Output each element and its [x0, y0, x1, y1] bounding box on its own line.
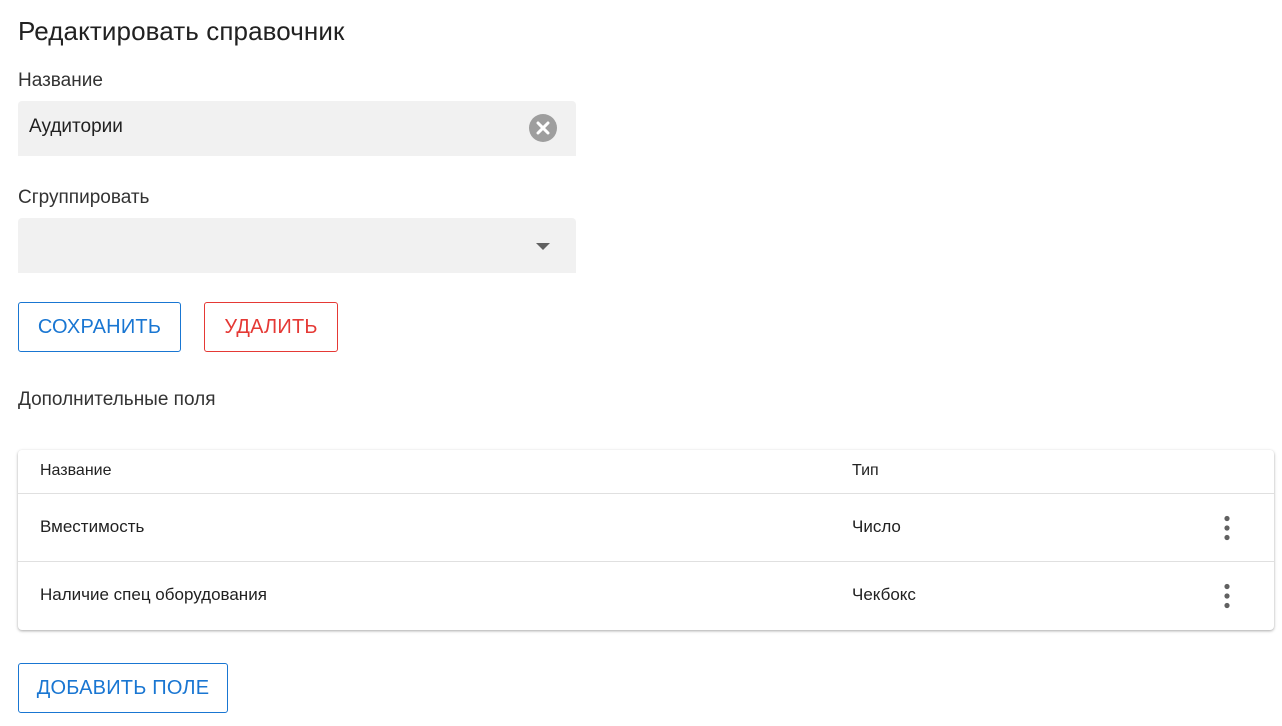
- name-field-label: Название: [18, 70, 103, 91]
- column-header-name: Название: [40, 462, 112, 479]
- row-name-cell: Наличие спец оборудования: [40, 585, 267, 604]
- table-row: Наличие спец оборудования Чекбокс: [18, 562, 1274, 630]
- table-row: Вместимость Число: [18, 494, 1274, 562]
- delete-button[interactable]: УДАЛИТЬ: [204, 302, 338, 352]
- group-select[interactable]: [18, 218, 576, 273]
- group-field-label: Сгруппировать: [18, 187, 150, 208]
- column-header-type: Тип: [852, 462, 879, 479]
- name-input[interactable]: Аудитории: [18, 101, 576, 156]
- extra-fields-table: Название Тип Вместимость Число Наличие с…: [18, 450, 1274, 630]
- table-header: Название Тип: [18, 450, 1274, 494]
- extra-fields-title: Дополнительные поля: [18, 389, 216, 410]
- add-field-button[interactable]: ДОБАВИТЬ ПОЛЕ: [18, 663, 228, 713]
- dropdown-arrow-icon[interactable]: [536, 241, 550, 251]
- row-type-cell: Чекбокс: [852, 585, 916, 604]
- more-vert-icon[interactable]: [1217, 515, 1237, 541]
- save-button[interactable]: СОХРАНИТЬ: [18, 302, 181, 352]
- row-name-cell: Вместимость: [40, 517, 145, 536]
- page-title: Редактировать справочник: [18, 16, 345, 46]
- row-type-cell: Число: [852, 517, 901, 536]
- more-vert-icon[interactable]: [1217, 583, 1237, 609]
- edit-directory-page: Редактировать справочник Название Аудито…: [0, 0, 1282, 726]
- clear-icon[interactable]: [529, 114, 557, 142]
- name-input-value[interactable]: Аудитории: [29, 116, 123, 138]
